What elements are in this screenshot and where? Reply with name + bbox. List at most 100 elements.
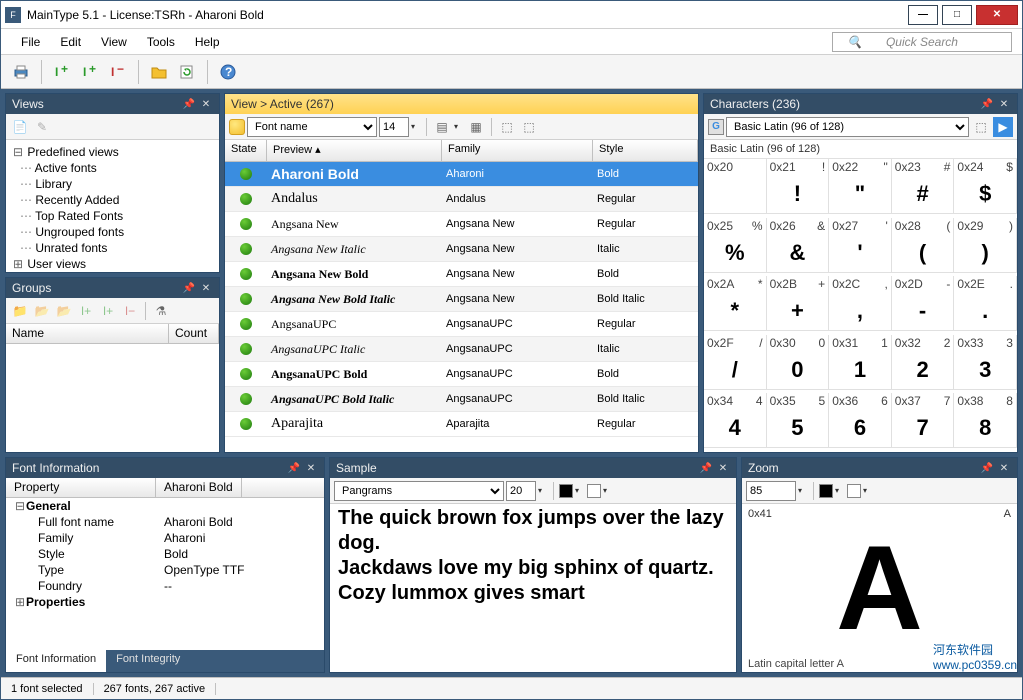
tree-item[interactable]: ⋯ Active fonts bbox=[8, 160, 217, 176]
install-alt-button[interactable]: I+ bbox=[78, 60, 102, 84]
filter-icon[interactable]: ⚗ bbox=[151, 301, 171, 321]
tree-item[interactable]: ⋯ Library bbox=[8, 176, 217, 192]
menu-file[interactable]: File bbox=[11, 32, 50, 52]
group-install-icon[interactable]: I+ bbox=[76, 301, 96, 321]
group-icon[interactable]: 📂 bbox=[32, 301, 52, 321]
char-cell[interactable]: 0x24$$ bbox=[954, 159, 1017, 214]
help-button[interactable]: ? bbox=[216, 60, 240, 84]
col-property[interactable]: Property bbox=[6, 478, 156, 497]
pin-icon[interactable]: 📌 bbox=[182, 281, 196, 295]
sample-size[interactable] bbox=[506, 481, 536, 501]
col-state[interactable]: State bbox=[225, 140, 267, 161]
options-icon[interactable]: ⬚ bbox=[971, 117, 991, 137]
bg-color-icon[interactable] bbox=[587, 484, 601, 498]
close-button[interactable]: ✕ bbox=[976, 5, 1018, 25]
col-preview[interactable]: Preview ▴ bbox=[267, 140, 442, 161]
uninstall-button[interactable]: I− bbox=[106, 60, 130, 84]
new-group-icon[interactable]: 📁 bbox=[10, 301, 30, 321]
glyph-icon[interactable]: ⬚ bbox=[497, 117, 517, 137]
char-cell[interactable]: 0x23## bbox=[892, 159, 955, 214]
tab-integrity[interactable]: Font Integrity bbox=[106, 650, 190, 672]
next-icon[interactable]: ▶ bbox=[993, 117, 1013, 137]
char-cell[interactable]: 0x3222 bbox=[892, 335, 955, 390]
close-icon[interactable]: ✕ bbox=[304, 461, 318, 475]
char-cell[interactable]: 0x2E.. bbox=[954, 276, 1017, 331]
char-cell[interactable]: 0x2A** bbox=[704, 276, 767, 331]
grid-icon[interactable]: ▦ bbox=[466, 117, 486, 137]
char-cell[interactable]: 0x3555 bbox=[767, 393, 830, 448]
font-row[interactable]: Angsana New ItalicAngsana NewItalic bbox=[225, 237, 698, 262]
group-icon[interactable]: 📂 bbox=[54, 301, 74, 321]
char-cell[interactable]: 0x3888 bbox=[954, 393, 1017, 448]
bg-color-icon[interactable] bbox=[847, 484, 861, 498]
edit-view-icon[interactable]: ✎ bbox=[32, 117, 52, 137]
close-icon[interactable]: ✕ bbox=[716, 461, 730, 475]
fg-color-icon[interactable] bbox=[819, 484, 833, 498]
chevron-down-icon[interactable]: ▾ bbox=[835, 486, 845, 495]
open-folder-button[interactable] bbox=[147, 60, 171, 84]
col-family[interactable]: Family bbox=[442, 140, 593, 161]
zoom-size[interactable] bbox=[746, 481, 796, 501]
char-cell[interactable]: 0x20 bbox=[704, 159, 767, 214]
characters-grid[interactable]: 0x20 0x21!!0x22""0x23##0x24$$ 0x25%%0x26&… bbox=[704, 159, 1017, 452]
fontlist-body[interactable]: Aharoni BoldAharoniBoldAndalusAndalusReg… bbox=[225, 162, 698, 452]
char-cell[interactable]: 0x22"" bbox=[829, 159, 892, 214]
char-cell[interactable]: 0x3777 bbox=[892, 393, 955, 448]
chevron-down-icon[interactable]: ▾ bbox=[798, 486, 808, 495]
menu-edit[interactable]: Edit bbox=[50, 32, 91, 52]
glyph-mode-icon[interactable]: G bbox=[708, 119, 724, 135]
menu-tools[interactable]: Tools bbox=[137, 32, 185, 52]
char-cell[interactable]: 0x28(( bbox=[892, 218, 955, 273]
pin-icon[interactable]: 📌 bbox=[182, 97, 196, 111]
minimize-button[interactable]: — bbox=[908, 5, 938, 25]
char-cell[interactable]: 0x29)) bbox=[954, 218, 1017, 273]
new-view-icon[interactable]: 📄 bbox=[10, 117, 30, 137]
close-icon[interactable]: ✕ bbox=[199, 97, 213, 111]
chevron-down-icon[interactable]: ▾ bbox=[454, 122, 464, 131]
char-cell[interactable]: 0x3111 bbox=[829, 335, 892, 390]
chevron-down-icon[interactable]: ▾ bbox=[863, 486, 873, 495]
maximize-button[interactable]: □ bbox=[942, 5, 972, 25]
block-select[interactable]: Basic Latin (96 of 128) bbox=[726, 117, 969, 137]
pin-icon[interactable]: 📌 bbox=[980, 97, 994, 111]
font-row[interactable]: AngsanaUPC BoldAngsanaUPCBold bbox=[225, 362, 698, 387]
print-button[interactable] bbox=[9, 60, 33, 84]
font-row[interactable]: Aharoni BoldAharoniBold bbox=[225, 162, 698, 187]
font-row[interactable]: Angsana New Bold ItalicAngsana NewBold I… bbox=[225, 287, 698, 312]
char-cell[interactable]: 0x2F// bbox=[704, 335, 767, 390]
tree-item[interactable]: ⋯ Top Rated Fonts bbox=[8, 208, 217, 224]
chevron-down-icon[interactable]: ▾ bbox=[603, 486, 613, 495]
char-cell[interactable]: 0x2C,, bbox=[829, 276, 892, 331]
col-name[interactable]: Name bbox=[6, 324, 169, 343]
pin-icon[interactable]: 📌 bbox=[699, 461, 713, 475]
tree-item[interactable]: ⋯ Recently Added bbox=[8, 192, 217, 208]
font-row[interactable]: Angsana New BoldAngsana NewBold bbox=[225, 262, 698, 287]
views-tree[interactable]: ⊟ Predefined views ⋯ Active fonts⋯ Libra… bbox=[6, 140, 219, 272]
quick-search[interactable]: 🔍 Quick Search bbox=[832, 32, 1012, 52]
menu-view[interactable]: View bbox=[91, 32, 137, 52]
close-icon[interactable]: ✕ bbox=[199, 281, 213, 295]
chevron-down-icon[interactable]: ▾ bbox=[538, 486, 548, 495]
font-row[interactable]: AngsanaUPC ItalicAngsanaUPCItalic bbox=[225, 337, 698, 362]
menu-help[interactable]: Help bbox=[185, 32, 230, 52]
pin-icon[interactable]: 📌 bbox=[980, 461, 994, 475]
tree-item[interactable]: ⋯ Ungrouped fonts bbox=[8, 224, 217, 240]
char-cell[interactable]: 0x27'' bbox=[829, 218, 892, 273]
group-install-icon[interactable]: I+ bbox=[98, 301, 118, 321]
char-cell[interactable]: 0x26&& bbox=[767, 218, 830, 273]
list-icon[interactable]: ▤ bbox=[432, 117, 452, 137]
glyph-icon[interactable]: ⬚ bbox=[519, 117, 539, 137]
char-cell[interactable]: 0x25%% bbox=[704, 218, 767, 273]
preview-size[interactable] bbox=[379, 117, 409, 137]
font-row[interactable]: AngsanaUPC Bold ItalicAngsanaUPCBold Ita… bbox=[225, 387, 698, 412]
chevron-down-icon[interactable]: ▾ bbox=[411, 122, 421, 131]
char-cell[interactable]: 0x21!! bbox=[767, 159, 830, 214]
font-row[interactable]: AngsanaUPCAngsanaUPCRegular bbox=[225, 312, 698, 337]
refresh-button[interactable] bbox=[175, 60, 199, 84]
install-button[interactable]: I+ bbox=[50, 60, 74, 84]
close-icon[interactable]: ✕ bbox=[997, 97, 1011, 111]
fg-color-icon[interactable] bbox=[559, 484, 573, 498]
sample-mode-select[interactable]: Pangrams bbox=[334, 481, 504, 501]
char-cell[interactable]: 0x3333 bbox=[954, 335, 1017, 390]
font-row[interactable]: AndalusAndalusRegular bbox=[225, 187, 698, 212]
